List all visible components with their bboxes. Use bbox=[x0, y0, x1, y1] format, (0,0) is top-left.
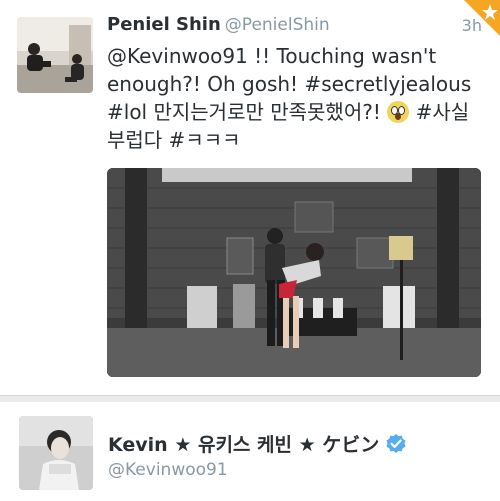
author-handle[interactable]: @PenielShin bbox=[225, 15, 330, 35]
user-profile-card[interactable]: Kevin ★ 유키스 케빈 ★ ケビン @Kevinwoo91 bbox=[0, 402, 500, 501]
star-icon bbox=[464, 0, 500, 36]
fearful-face-emoji bbox=[387, 101, 410, 123]
profile-name-text: Kevin ★ 유키스 케빈 ★ ケビン bbox=[108, 434, 380, 456]
tweet-header: Peniel Shin @PenielShin bbox=[107, 14, 483, 40]
author-name[interactable]: Peniel Shin bbox=[107, 14, 221, 35]
profile-display-name[interactable]: Kevin ★ 유키스 케빈 ★ ケビン bbox=[108, 430, 407, 457]
tweet-author-avatar[interactable] bbox=[17, 17, 93, 93]
profile-avatar[interactable] bbox=[19, 416, 93, 490]
section-divider bbox=[0, 395, 500, 402]
tweet-media-image[interactable] bbox=[107, 168, 481, 377]
verified-badge-icon bbox=[385, 433, 407, 455]
favorite-corner bbox=[456, 0, 500, 44]
profile-handle[interactable]: @Kevinwoo91 bbox=[108, 460, 228, 480]
tweet-card[interactable]: Peniel Shin @PenielShin 3h @Kevinwoo91 !!… bbox=[0, 0, 500, 395]
tweet-text: @Kevinwoo91 !! Touching wasn't enough?! … bbox=[107, 42, 490, 154]
